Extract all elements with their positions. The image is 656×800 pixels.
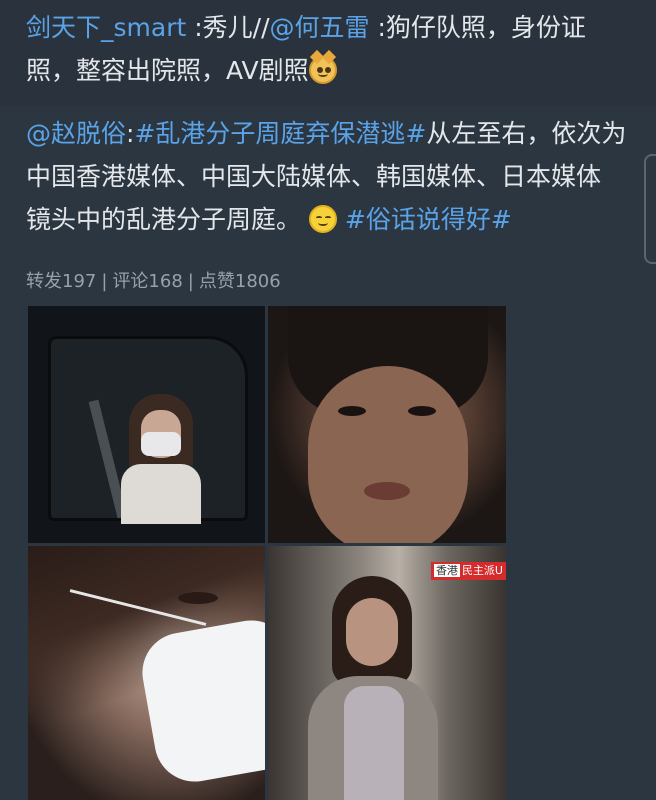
photo-hong-kong-media[interactable] [28,306,265,543]
photo-japanese-media[interactable]: 香港 民主派U [268,546,506,800]
photo-mainland-media[interactable] [268,306,506,543]
repost-author-link[interactable]: 剑天下_smart [26,13,186,42]
post-author-link[interactable]: @赵脱俗 [26,119,126,148]
stats-separator: | [187,271,194,292]
stats-separator: | [101,271,108,292]
photo-korean-media[interactable] [28,546,265,800]
smile-emoji-icon [308,205,337,233]
tv-caption-text: 民主派U [461,564,503,577]
repost-separator: :秀儿// [186,13,270,42]
car-window [48,336,248,524]
repost-text: 剑天下_smart :秀儿//@何五雷 :狗仔队照，身份证照，整容出院照，AV剧… [26,6,628,92]
repost-count[interactable]: 转发197 [26,271,96,292]
topic-link[interactable]: #乱港分子周庭弃保潜逃# [134,119,426,148]
side-scroll-handle[interactable] [644,154,656,264]
hashtag-link[interactable]: #俗话说得好# [345,205,512,234]
post-body: @赵脱俗:#乱港分子周庭弃保潜逃#从左至右，依次为中国香港媒体、中国大陆媒体、韩… [26,112,630,241]
standing-person [308,576,438,800]
like-count[interactable]: 点赞1806 [199,271,281,292]
repost-block: 剑天下_smart :秀儿//@何五雷 :狗仔队照，身份证照，整容出院照，AV剧… [0,0,656,106]
photo-grid: 香港 民主派U [28,306,506,800]
person-in-car [121,394,201,524]
doge-emoji-icon [308,56,337,84]
comment-count[interactable]: 评论168 [112,271,182,292]
repost-mention-link[interactable]: @何五雷 [270,13,370,42]
tv-caption: 香港 民主派U [430,562,506,580]
post-stats: 转发197 | 评论168 | 点赞1806 [26,267,281,293]
